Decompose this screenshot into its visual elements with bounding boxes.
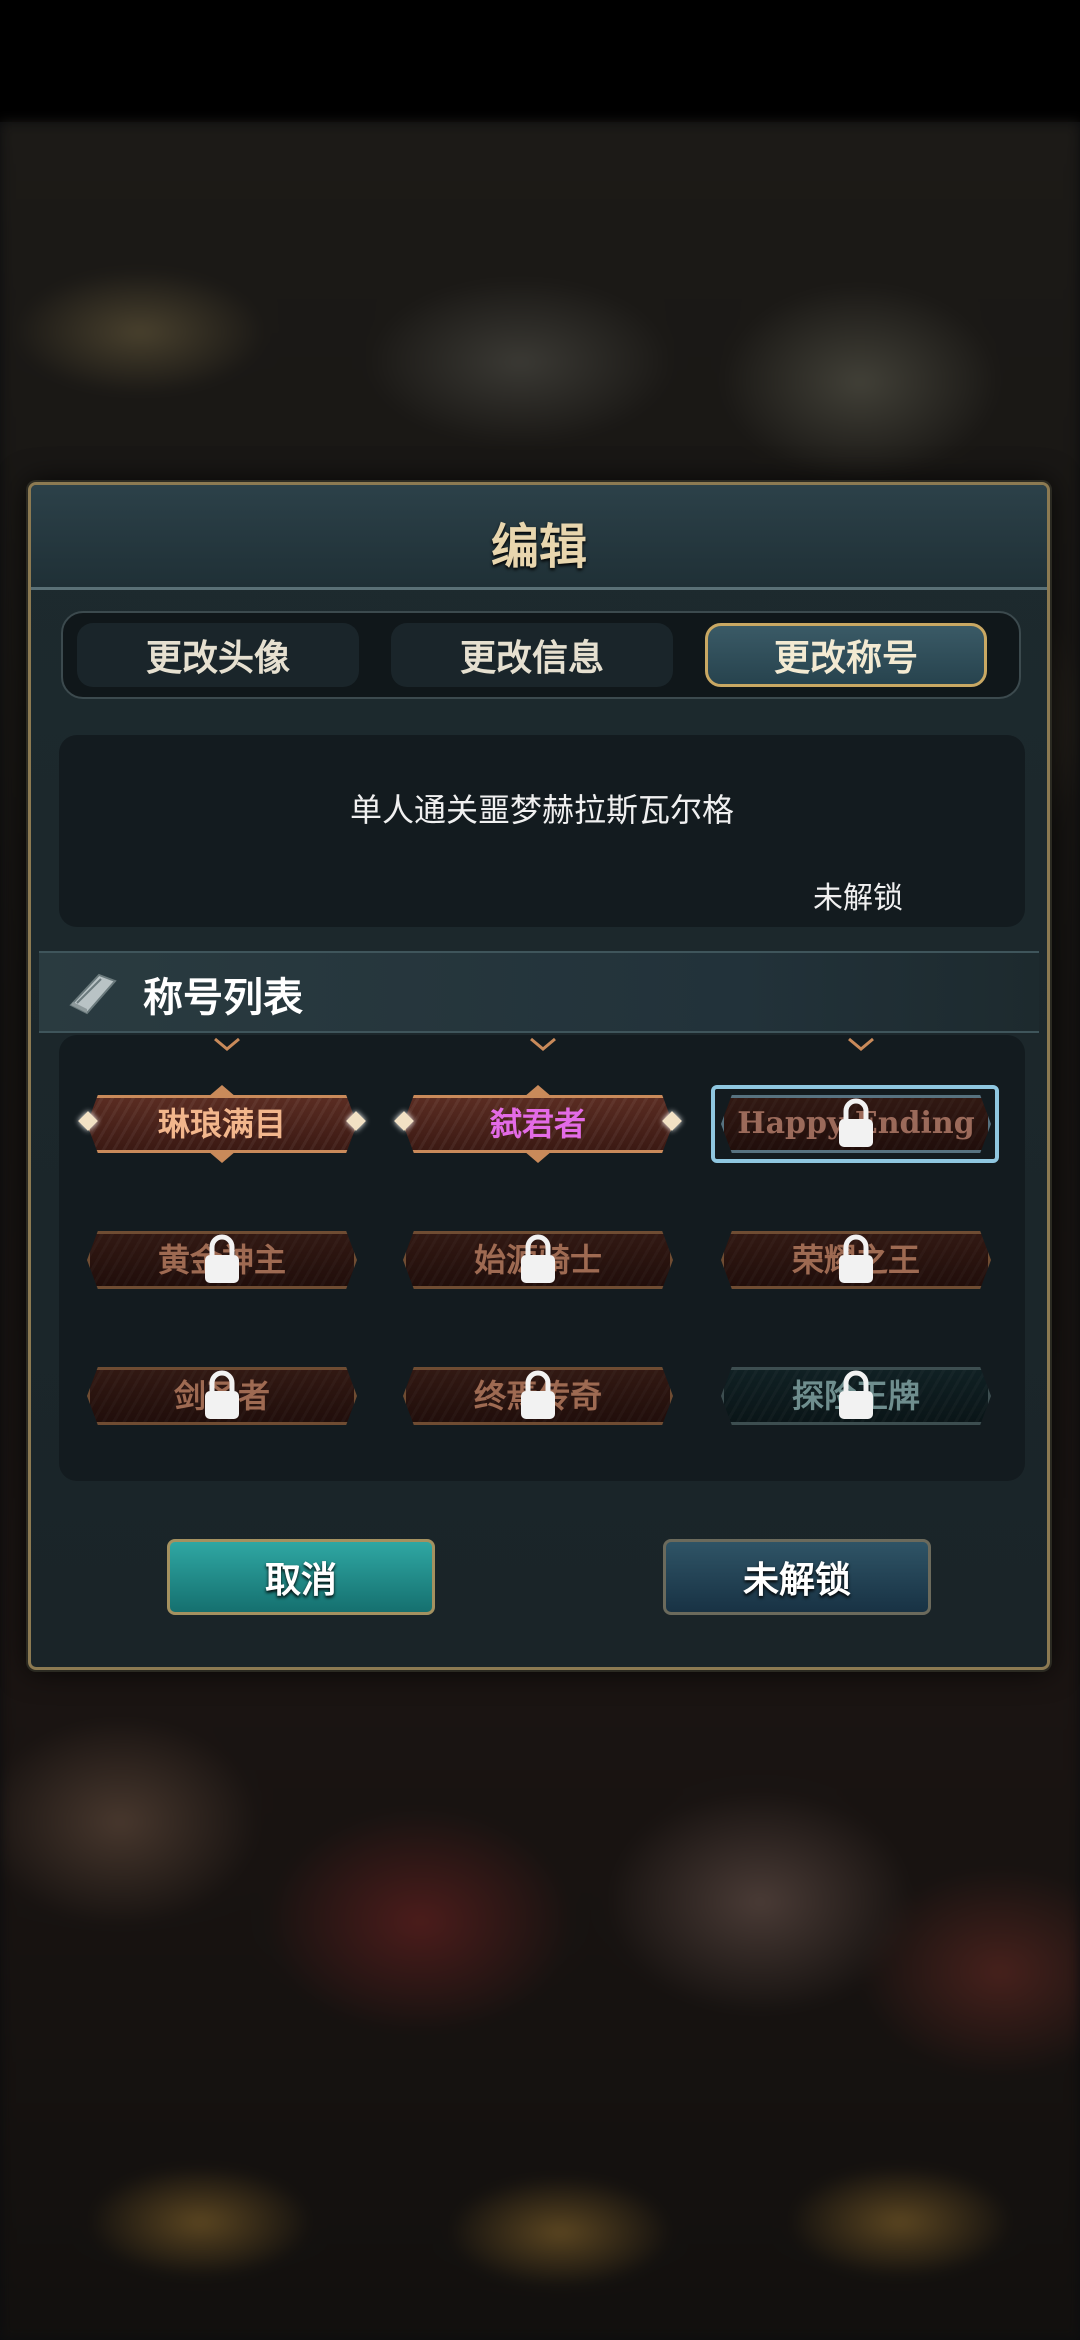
dialog-title-bar: 编辑 bbox=[31, 485, 1047, 590]
lock-icon bbox=[839, 1098, 873, 1147]
tab-change-avatar[interactable]: 更改头像 bbox=[77, 623, 359, 687]
cancel-button[interactable]: 取消 bbox=[167, 1539, 435, 1615]
edit-dialog: 编辑 更改头像 更改信息 更改称号 单人通关噩梦赫拉斯瓦尔格 未解锁 称号列表 … bbox=[28, 482, 1050, 1670]
chevron-down-icon bbox=[848, 1037, 874, 1051]
title-list-header: 称号列表 bbox=[39, 951, 1039, 1033]
title-label: Happy Ending bbox=[737, 1106, 975, 1141]
title-badge[interactable]: 始源骑士 bbox=[397, 1219, 679, 1301]
tab-change-title[interactable]: 更改称号 bbox=[705, 623, 987, 687]
section-title: 称号列表 bbox=[143, 975, 303, 1021]
chevron-down-icon bbox=[214, 1037, 240, 1051]
title-badge-selected[interactable]: Happy Ending bbox=[711, 1083, 999, 1165]
unlock-status-button[interactable]: 未解锁 bbox=[663, 1539, 931, 1615]
title-badge[interactable]: 终焉传奇 bbox=[397, 1355, 679, 1437]
title-info-panel: 单人通关噩梦赫拉斯瓦尔格 未解锁 bbox=[59, 735, 1025, 927]
status-bar bbox=[0, 0, 1080, 122]
title-badge[interactable]: 琳琅满目 bbox=[78, 1083, 366, 1165]
dialog-title: 编辑 bbox=[490, 519, 587, 575]
chevron-down-icon bbox=[530, 1037, 556, 1051]
lock-icon bbox=[205, 1370, 239, 1419]
lock-icon bbox=[839, 1234, 873, 1283]
title-grid: 琳琅满目 弑君者 Happy Ending 黄金神主 bbox=[59, 1035, 1025, 1481]
title-badge[interactable]: 弑君者 bbox=[394, 1083, 682, 1165]
lock-icon bbox=[521, 1234, 555, 1283]
unlock-status: 未解锁 bbox=[813, 881, 903, 916]
title-label: 弑君者 bbox=[489, 1105, 586, 1143]
title-badge[interactable]: 荣耀之王 bbox=[715, 1219, 997, 1301]
book-icon bbox=[69, 973, 117, 1015]
lock-icon bbox=[521, 1370, 555, 1419]
title-badge[interactable]: 探险王牌 bbox=[715, 1355, 997, 1437]
unlock-condition: 单人通关噩梦赫拉斯瓦尔格 bbox=[349, 791, 734, 829]
lock-icon bbox=[839, 1370, 873, 1419]
lock-icon bbox=[205, 1234, 239, 1283]
title-badge[interactable]: 黄金神主 bbox=[81, 1219, 363, 1301]
title-label: 琳琅满目 bbox=[157, 1105, 286, 1143]
tab-bar: 更改头像 更改信息 更改称号 bbox=[61, 611, 1021, 699]
title-badge[interactable]: 剑圣者 bbox=[81, 1355, 363, 1437]
tab-change-info[interactable]: 更改信息 bbox=[391, 623, 673, 687]
